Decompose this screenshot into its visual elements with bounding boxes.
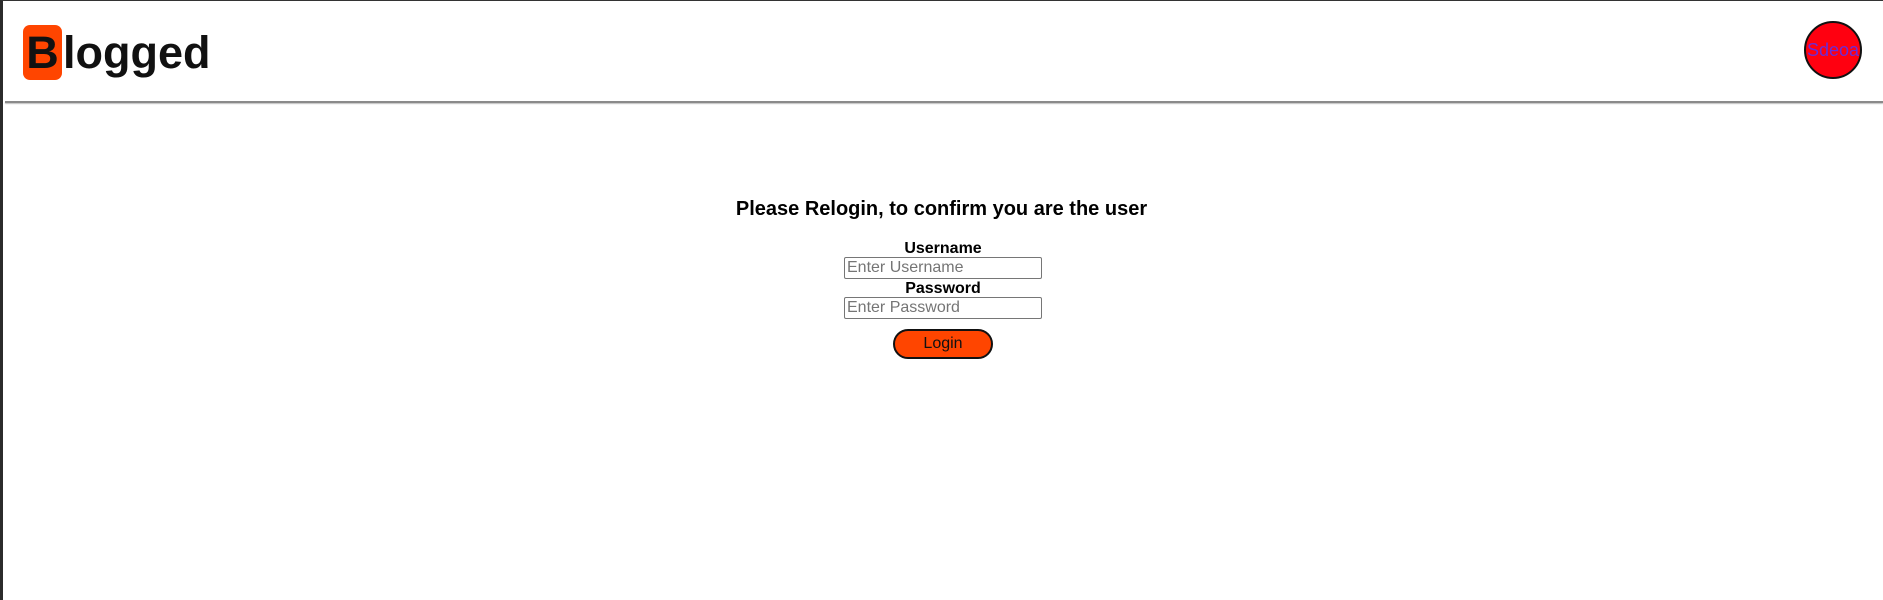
login-button[interactable]: Login: [893, 329, 993, 359]
username-input[interactable]: [844, 257, 1042, 279]
relogin-form: Username Password Login: [843, 239, 1043, 359]
username-label: Username: [904, 240, 982, 257]
relogin-section: Please Relogin, to confirm you are the u…: [0, 0, 1883, 600]
password-input[interactable]: [844, 297, 1042, 319]
page-title: Please Relogin, to confirm you are the u…: [735, 198, 1148, 220]
password-label: Password: [905, 280, 981, 297]
login-button-label: Login: [923, 335, 963, 352]
